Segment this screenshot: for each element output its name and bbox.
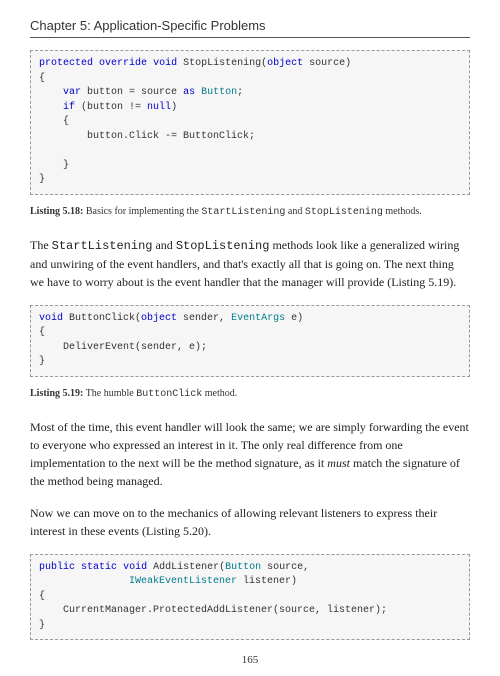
caption-code: StopListening: [305, 207, 383, 218]
kw: object: [267, 58, 303, 69]
caption-text: method.: [202, 388, 237, 399]
paragraph-1: The StartListening and StopListening met…: [30, 236, 470, 291]
code-text: }: [39, 620, 45, 631]
code-text: sender,: [177, 313, 231, 324]
code-text: (button !=: [75, 102, 147, 113]
type: IWeakEventListener: [129, 576, 237, 587]
code-text: {: [39, 591, 45, 602]
code-text: listener): [237, 576, 297, 587]
kw: void: [153, 58, 177, 69]
paragraph-2: Most of the time, this event handler wil…: [30, 418, 470, 490]
code-text: DeliverEvent(sender, e);: [39, 342, 207, 353]
kw: protected: [39, 58, 93, 69]
kw: void: [123, 562, 147, 573]
kw: null: [147, 102, 171, 113]
code-text: }: [39, 174, 45, 185]
inline-code: StartListening: [52, 239, 153, 253]
page: Chapter 5: Application-Specific Problems…: [0, 0, 500, 676]
kw: static: [81, 562, 117, 573]
code-text: source): [303, 58, 351, 69]
code-text: button = source: [81, 87, 183, 98]
kw: var: [63, 87, 81, 98]
caption-text: and: [285, 206, 304, 217]
body-text: and: [152, 238, 175, 252]
code-text: {: [39, 73, 45, 84]
inline-code: StopListening: [176, 239, 270, 253]
code-text: [39, 576, 129, 587]
code-text: StopListening(: [177, 58, 267, 69]
body-text: The: [30, 238, 52, 252]
code-text: {: [39, 327, 45, 338]
caption-code: ButtonClick: [136, 389, 202, 400]
code-text: e): [285, 313, 303, 324]
code-listing-5-18: protected override void StopListening(ob…: [30, 50, 470, 195]
code-text: ): [171, 102, 177, 113]
code-text: }: [39, 160, 69, 171]
caption-code: StartListening: [201, 207, 285, 218]
type: EventArgs: [231, 313, 285, 324]
type: Button: [225, 562, 261, 573]
type: Button: [201, 87, 237, 98]
kw: override: [99, 58, 147, 69]
body-text: Now we can move on to the mechanics of a…: [30, 506, 437, 538]
caption-label: Listing 5.19:: [30, 388, 83, 399]
caption-label: Listing 5.18:: [30, 206, 83, 217]
code-text: ;: [237, 87, 243, 98]
code-listing-5-20: public static void AddListener(Button so…: [30, 554, 470, 641]
paragraph-3: Now we can move on to the mechanics of a…: [30, 504, 470, 540]
code-text: ButtonClick(: [63, 313, 141, 324]
kw: if: [63, 102, 75, 113]
caption-text: The humble: [83, 388, 136, 399]
caption-text: Basics for implementing the: [83, 206, 201, 217]
page-number: 165: [30, 654, 470, 666]
code-text: button.Click -= ButtonClick;: [39, 131, 255, 142]
kw: public: [39, 562, 75, 573]
code-text: [39, 87, 63, 98]
code-text: CurrentManager.ProtectedAddListener(sour…: [39, 605, 387, 616]
code-text: source,: [261, 562, 309, 573]
kw: object: [141, 313, 177, 324]
code-text: AddListener(: [147, 562, 225, 573]
emphasis: must: [327, 456, 350, 470]
listing-caption-5-19: Listing 5.19: The humble ButtonClick met…: [30, 387, 470, 402]
code-listing-5-19: void ButtonClick(object sender, EventArg…: [30, 305, 470, 377]
code-text: {: [39, 116, 69, 127]
caption-text: methods.: [383, 206, 422, 217]
listing-caption-5-18: Listing 5.18: Basics for implementing th…: [30, 205, 470, 220]
code-text: [39, 102, 63, 113]
kw: as: [183, 87, 195, 98]
chapter-header: Chapter 5: Application-Specific Problems: [30, 18, 470, 38]
kw: void: [39, 313, 63, 324]
code-text: }: [39, 356, 45, 367]
